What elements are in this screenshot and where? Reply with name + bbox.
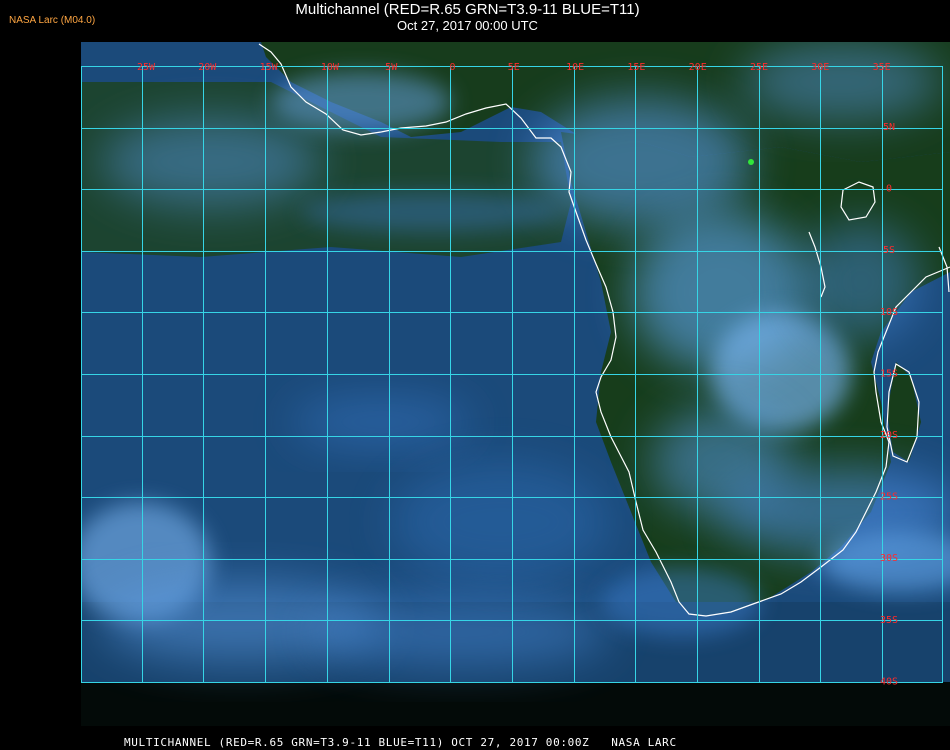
- latitude-label: 35S: [880, 615, 898, 626]
- longitude-label: 5W: [385, 62, 398, 73]
- latitude-label: 15S: [880, 368, 898, 379]
- latitude-label: 10S: [880, 307, 898, 318]
- longitude-label: 20W: [198, 62, 217, 73]
- title-line-2: Oct 27, 2017 00:00 UTC: [397, 18, 538, 33]
- longitude-label: 35E: [873, 62, 891, 73]
- longitude-label: 5E: [508, 62, 520, 73]
- cloud-patch: [101, 117, 321, 207]
- longitude-label: 10E: [566, 62, 584, 73]
- cloud-patch: [741, 42, 941, 122]
- latitude-label: 0: [886, 184, 892, 195]
- latitude-label: 30S: [880, 553, 898, 564]
- latitude-label: 40S: [880, 676, 898, 687]
- cloud-patch: [391, 462, 611, 582]
- longitude-label: 15E: [627, 62, 645, 73]
- latitude-label: 5N: [883, 122, 895, 133]
- latitude-label: 5S: [883, 245, 895, 256]
- cloud-patch: [601, 567, 761, 637]
- image-title: Multichannel (RED=R.65 GRN=T3.9-11 BLUE=…: [205, 1, 730, 34]
- cloud-patch: [531, 97, 751, 227]
- location-marker[interactable]: [748, 159, 754, 165]
- map-canvas: 25W 20W 15W 10W 5W 0 5E 10E 15E 20E 25E 30E 35E 5N 0 5…: [81, 42, 950, 726]
- longitude-label: 0: [449, 62, 455, 73]
- satellite-map[interactable]: 25W 20W 15W 10W 5W 0 5E 10E 15E 20E 25E 30E 35E 5N 0 5…: [81, 42, 950, 726]
- cloud-patch: [291, 397, 471, 447]
- longitude-label: 25E: [750, 62, 768, 73]
- cloud-patch: [311, 597, 611, 667]
- latitude-label: 20S: [880, 430, 898, 441]
- cloud-patch: [801, 222, 921, 342]
- cloud-patch: [301, 192, 561, 232]
- longitude-label: 15W: [260, 62, 279, 73]
- cloud-patch: [271, 72, 451, 132]
- longitude-label: 20E: [689, 62, 707, 73]
- below-grid-dark: [81, 682, 950, 726]
- longitude-label: 10W: [321, 62, 340, 73]
- footer-caption: MULTICHANNEL (RED=R.65 GRN=T3.9-11 BLUE=…: [124, 736, 677, 749]
- title-line-1: Multichannel (RED=R.65 GRN=T3.9-11 BLUE=…: [295, 1, 640, 18]
- latitude-label: 25S: [880, 492, 898, 503]
- longitude-label: 30E: [811, 62, 829, 73]
- credit-label: NASA Larc (M04.0): [9, 15, 96, 26]
- longitude-label: 25W: [137, 62, 156, 73]
